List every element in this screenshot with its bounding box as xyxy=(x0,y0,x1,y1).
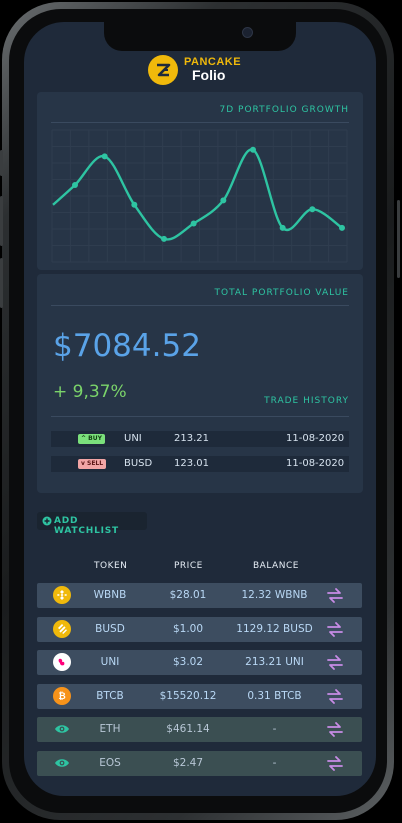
swap-icon[interactable] xyxy=(326,688,344,705)
trade-token: UNI xyxy=(124,433,142,444)
mute-switch xyxy=(0,150,3,176)
token-balance: 0.31 BTCB xyxy=(247,690,302,702)
token-price: $15520.12 xyxy=(159,690,217,702)
watchlist-row[interactable]: ETH $461.14 - xyxy=(37,717,362,742)
uni-icon xyxy=(53,653,71,671)
token-balance: 12.32 WBNB xyxy=(241,589,308,601)
trade-token: BUSD xyxy=(124,458,153,469)
busd-icon xyxy=(53,620,71,638)
watchlist-row[interactable]: EOS $2.47 - xyxy=(37,751,362,776)
plus-circle-icon xyxy=(42,516,52,526)
growth-point[interactable] xyxy=(131,201,138,208)
sell-badge: v SELL xyxy=(78,459,107,469)
token-price: $3.02 xyxy=(172,656,204,668)
trade-date: 11-08-2020 xyxy=(286,433,345,444)
growth-chart xyxy=(51,129,348,263)
swap-icon[interactable] xyxy=(326,621,344,638)
token-name: UNI xyxy=(100,656,120,668)
buy-badge: ^ BUY xyxy=(78,434,105,444)
trade-history-title: TRADE HISTORY xyxy=(264,396,349,406)
growth-title: 7D PORTFOLIO GROWTH xyxy=(219,105,349,115)
header-token: TOKEN xyxy=(94,561,128,571)
portfolio-change: + 9,37% xyxy=(53,382,127,402)
token-name: BUSD xyxy=(95,623,125,635)
trade-amount: 213.21 xyxy=(174,433,209,444)
token-price: $1.00 xyxy=(172,623,204,635)
growth-point[interactable] xyxy=(190,220,197,227)
growth-point[interactable] xyxy=(250,146,256,153)
power-button xyxy=(397,200,400,278)
trade-history-divider xyxy=(51,416,349,417)
pancake-logo-icon xyxy=(148,55,178,85)
volume-down-button xyxy=(0,258,3,308)
trade-amount: 123.01 xyxy=(174,458,209,469)
notch xyxy=(104,22,296,51)
add-watchlist-button[interactable]: ADD WATCHLIST xyxy=(37,512,147,536)
portfolio-value: $7084.52 xyxy=(53,328,201,364)
growth-point[interactable] xyxy=(161,235,167,242)
token-balance: 213.21 UNI xyxy=(245,656,304,668)
growth-point[interactable] xyxy=(101,153,108,160)
trade-date: 11-08-2020 xyxy=(286,458,345,469)
portfolio-card: TOTAL PORTFOLIO VALUE $7084.52 + 9,37% T… xyxy=(37,274,363,493)
watchlist-row[interactable]: ₿ BTCB $15520.12 0.31 BTCB xyxy=(37,684,362,709)
watchlist-row[interactable]: WBNB $28.01 12.32 WBNB xyxy=(37,583,362,608)
swap-icon[interactable] xyxy=(326,587,344,604)
token-price: $2.47 xyxy=(172,757,204,769)
token-name: WBNB xyxy=(93,589,127,601)
token-balance: - xyxy=(272,757,277,769)
token-price: $28.01 xyxy=(169,589,207,601)
brand-name-bottom: Folio xyxy=(192,67,226,83)
token-price: $461.14 xyxy=(166,723,210,735)
eye-icon xyxy=(53,720,71,738)
growth-point[interactable] xyxy=(309,206,316,213)
growth-point[interactable] xyxy=(220,197,227,204)
token-name: EOS xyxy=(99,757,121,769)
growth-point[interactable] xyxy=(279,224,286,231)
token-balance: - xyxy=(272,723,277,735)
trade-row[interactable]: ^ BUY UNI 213.21 11-08-2020 xyxy=(51,431,349,447)
eye-icon xyxy=(53,754,71,772)
swap-icon[interactable] xyxy=(326,721,344,738)
growth-point[interactable] xyxy=(339,224,345,231)
watchlist-row[interactable]: BUSD $1.00 1129.12 BUSD xyxy=(37,617,362,642)
token-name: BTCB xyxy=(96,690,124,702)
portfolio-divider xyxy=(51,305,349,306)
trade-row[interactable]: v SELL BUSD 123.01 11-08-2020 xyxy=(51,456,349,472)
app-screen: PANCAKE Folio 7D PORTFOLIO GROWTH TOTAL … xyxy=(24,22,376,796)
header-price: PRICE xyxy=(174,561,203,571)
token-balance: 1129.12 BUSD xyxy=(236,623,313,635)
token-name: ETH xyxy=(99,723,121,735)
growth-point[interactable] xyxy=(72,182,78,188)
growth-card: 7D PORTFOLIO GROWTH xyxy=(37,92,363,270)
add-watchlist-label: ADD WATCHLIST xyxy=(54,516,119,536)
volume-up-button xyxy=(0,196,3,246)
watchlist-row[interactable]: UNI $3.02 213.21 UNI xyxy=(37,650,362,675)
camera-icon xyxy=(242,27,253,38)
swap-icon[interactable] xyxy=(326,755,344,772)
portfolio-title: TOTAL PORTFOLIO VALUE xyxy=(214,288,349,298)
btc-icon: ₿ xyxy=(53,687,71,705)
bnb-icon xyxy=(53,586,71,604)
header-balance: BALANCE xyxy=(253,561,299,571)
swap-icon[interactable] xyxy=(326,654,344,671)
